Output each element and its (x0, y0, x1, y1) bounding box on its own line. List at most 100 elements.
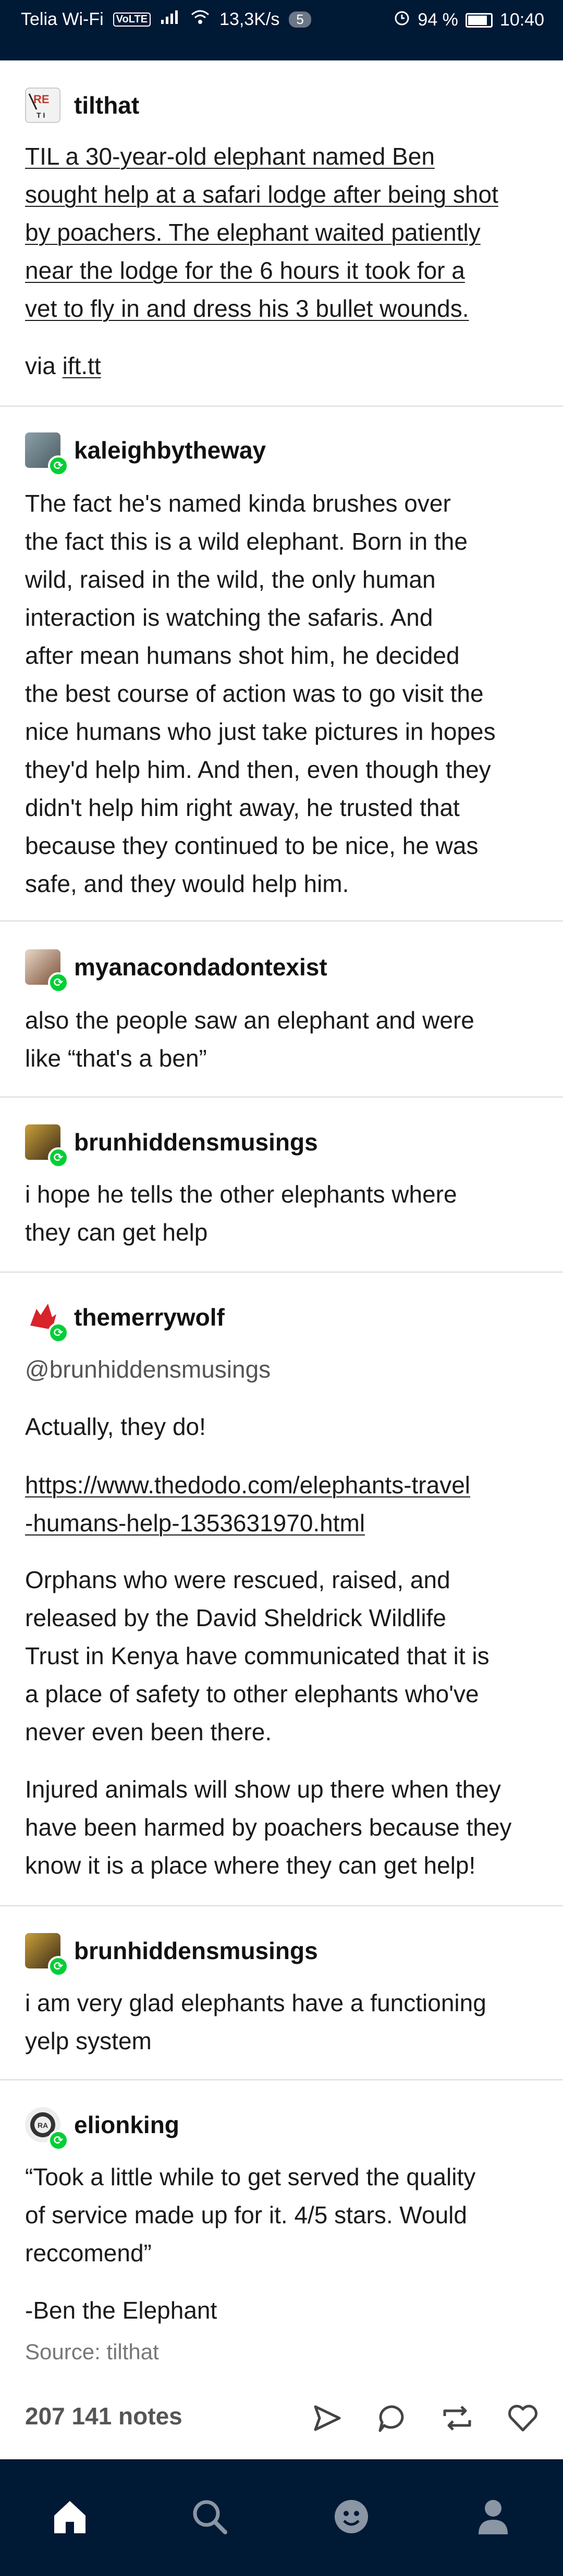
activity-face-icon[interactable] (325, 2491, 377, 2543)
blog-name[interactable]: kaleighbytheway (74, 436, 266, 464)
text-line: didn't help him right away, he trusted t… (25, 794, 460, 821)
home-icon[interactable] (44, 2491, 96, 2543)
text-line: nice humans who just take pictures in ho… (25, 718, 496, 745)
text-line: “Took a little while to get served the q… (25, 2163, 476, 2190)
avatar[interactable]: ⟳ (25, 432, 69, 476)
send-icon[interactable] (309, 2400, 345, 2436)
blog-header[interactable]: ⟳ themerrywolf (25, 1299, 225, 1343)
via-line: via ift.tt (25, 347, 541, 385)
blog-name[interactable]: brunhiddensmusings (74, 1128, 318, 1156)
mention[interactable]: @brunhiddensmusings (25, 1351, 541, 1389)
text-line: have been harmed by poachers because the… (25, 1814, 512, 1841)
divider (0, 1271, 563, 1273)
blog-name[interactable]: brunhiddensmusings (74, 1937, 318, 1965)
battery-percent: 94 % (418, 10, 458, 30)
text-line: the best course of action was to go visi… (25, 680, 484, 707)
text-line: they can get help (25, 1219, 208, 1246)
divider (0, 405, 563, 407)
post-body[interactable]: TIL a 30-year-old elephant named Ben sou… (25, 138, 541, 328)
avatar[interactable]: ⟳ (25, 1299, 69, 1343)
blog-header[interactable]: ⟳ brunhiddensmusings (25, 1124, 318, 1168)
alarm-icon (394, 9, 410, 31)
post-paragraph: Actually, they do! (25, 1413, 206, 1440)
text-line: never even been there. (25, 1718, 272, 1745)
link-line[interactable]: https://www.thedodo.com/elephants-travel (25, 1466, 541, 1504)
post-body: i hope he tells the other elephants wher… (25, 1175, 541, 1252)
blog-header[interactable]: ⟳ myanacondadontexist (25, 949, 327, 993)
svg-text:RE: RE (33, 93, 50, 106)
text-line: released by the David Sheldrick Wildlife (25, 1604, 446, 1631)
blog-header[interactable]: ⟳ kaleighbytheway (25, 432, 266, 476)
post-body: also the people saw an elephant and were… (25, 1001, 541, 1078)
svg-text:RA: RA (38, 2121, 48, 2129)
text-line: because they continued to be nice, he wa… (25, 832, 479, 859)
text-line: after mean humans shot him, he decided (25, 642, 460, 669)
wifi-icon (190, 9, 210, 30)
divider (0, 1096, 563, 1098)
volte-badge: VoLTE (113, 13, 151, 27)
divider (0, 1905, 563, 1906)
post-source[interactable]: Source: tilthat (25, 2339, 159, 2364)
blog-name[interactable]: myanacondadontexist (74, 953, 327, 981)
notification-count-badge: 5 (289, 11, 311, 28)
notes-count[interactable]: 207 141 notes (25, 2402, 182, 2430)
text-line[interactable]: TIL a 30-year-old elephant named Ben (25, 138, 541, 176)
bottom-tab-bar (0, 2459, 563, 2576)
blog-header[interactable]: ⟳ brunhiddensmusings (25, 1933, 318, 1977)
clock: 10:40 (499, 10, 544, 30)
network-speed: 13,3K/s (219, 9, 280, 29)
account-icon[interactable] (467, 2491, 519, 2543)
signoff: -Ben the Elephant (25, 2297, 217, 2324)
post-paragraph: Injured animals will show up there when … (25, 1770, 541, 1885)
reblog-icon[interactable] (439, 2400, 475, 2436)
battery-icon (465, 13, 493, 28)
svg-text:T I: T I (36, 111, 45, 119)
reblog-badge-icon: ⟳ (48, 455, 69, 476)
text-line: Injured animals will show up there when … (25, 1776, 501, 1803)
text-line: they'd help him. And then, even though t… (25, 756, 491, 783)
text-line: reccomend” (25, 2239, 152, 2267)
blog-name[interactable]: themerrywolf (74, 1303, 225, 1331)
signal-icon (160, 9, 181, 30)
avatar[interactable]: ⟳ (25, 1124, 69, 1168)
blog-name[interactable]: tilthat (74, 91, 139, 119)
blog-header[interactable]: RA ⟳ elionking (25, 2107, 179, 2151)
text-line: like “that's a ben” (25, 1045, 207, 1072)
reblog-badge-icon: ⟳ (48, 972, 69, 993)
avatar[interactable]: RE T I (25, 88, 60, 123)
text-line: the fact this is a wild elephant. Born i… (25, 528, 468, 555)
search-icon[interactable] (183, 2491, 236, 2543)
avatar[interactable]: ⟳ (25, 1933, 69, 1977)
text-line: Trust in Kenya have communicated that it… (25, 1642, 489, 1669)
text-line: yelp system (25, 2027, 152, 2054)
heart-icon[interactable] (505, 2400, 541, 2436)
text-line: know it is a place where they can get he… (25, 1852, 476, 1879)
text-line: also the people saw an elephant and were (25, 1007, 474, 1034)
text-line[interactable]: near the lodge for the 6 hours it took f… (25, 252, 541, 290)
via-link[interactable]: ift.tt (63, 352, 101, 379)
text-line: a place of safety to other elephants who… (25, 1680, 479, 1707)
text-line[interactable]: vet to fly in and dress his 3 bullet wou… (25, 290, 541, 328)
text-line: Orphans who were rescued, raised, and (25, 1566, 450, 1593)
post-body: “Took a little while to get served the q… (25, 2158, 541, 2272)
text-line: The fact he's named kinda brushes over (25, 490, 451, 517)
post-body: i am very glad elephants have a function… (25, 1984, 541, 2060)
reblog-badge-icon: ⟳ (48, 2130, 69, 2151)
divider (0, 2079, 563, 2080)
link-line[interactable]: -humans-help-1353631970.html (25, 1504, 541, 1542)
post-paragraph: Orphans who were rescued, raised, and re… (25, 1561, 541, 1751)
carrier-label: Telia Wi-Fi (21, 9, 104, 29)
divider (0, 920, 563, 922)
blog-header[interactable]: RE T I tilthat (25, 88, 139, 123)
avatar[interactable]: ⟳ (25, 949, 69, 993)
blog-name[interactable]: elionking (74, 2111, 179, 2139)
text-line: wild, raised in the wild, the only human (25, 566, 436, 593)
text-line[interactable]: sought help at a safari lodge after bein… (25, 176, 541, 214)
text-line: of service made up for it. 4/5 stars. Wo… (25, 2201, 467, 2228)
post-link[interactable]: https://www.thedodo.com/elephants-travel… (25, 1466, 541, 1542)
text-line[interactable]: by poachers. The elephant waited patient… (25, 214, 541, 252)
avatar[interactable]: RA ⟳ (25, 2107, 69, 2151)
text-line: i am very glad elephants have a function… (25, 1989, 486, 2016)
comment-icon[interactable] (374, 2400, 411, 2436)
reblog-badge-icon: ⟳ (48, 1956, 69, 1977)
